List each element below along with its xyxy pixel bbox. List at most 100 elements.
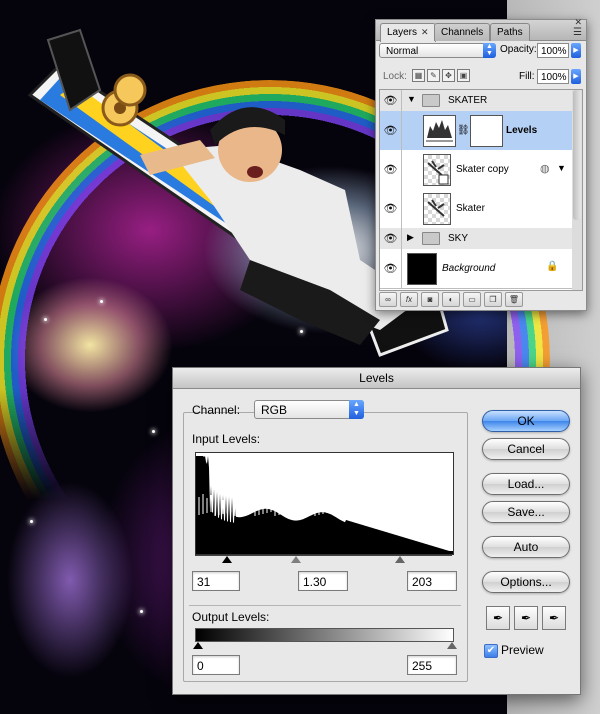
fill-slider-arrow-icon[interactable]: ▶: [571, 69, 581, 84]
output-white-field[interactable]: 255: [407, 655, 457, 675]
layer-name: SKY: [448, 233, 469, 244]
panel-menu-icon[interactable]: ☰: [573, 27, 582, 38]
layer-name: Skater: [456, 203, 485, 214]
visibility-eye-icon[interactable]: 👁: [380, 150, 402, 189]
input-white-point-handle[interactable]: [395, 556, 405, 563]
lock-icon: 🔒: [546, 261, 559, 272]
folder-icon: [422, 94, 440, 107]
load-button[interactable]: Load...: [482, 473, 570, 495]
input-gamma-field[interactable]: 1.30: [298, 571, 348, 591]
folder-icon: [422, 232, 440, 245]
link-layers-icon[interactable]: ∞: [379, 291, 397, 307]
layer-list: 👁 ▼ SKATER 👁 ⛓ Levels 👁 Skater copy ◍ ▼: [379, 89, 574, 291]
layer-list-scrollbar[interactable]: [572, 89, 583, 291]
expand-triangle-icon[interactable]: ▼: [407, 94, 416, 104]
auto-button[interactable]: Auto: [482, 536, 570, 558]
lock-all-icon[interactable]: ▣: [457, 69, 470, 82]
tab-channels[interactable]: Channels: [434, 23, 491, 41]
tab-paths-label: Paths: [497, 27, 523, 38]
collapse-triangle-icon[interactable]: ▶: [407, 232, 414, 243]
star-sparkle: [140, 610, 143, 613]
input-black-field[interactable]: 31: [192, 571, 240, 591]
output-black-point-handle[interactable]: [193, 642, 203, 649]
save-button[interactable]: Save...: [482, 501, 570, 523]
smart-filter-icon[interactable]: ◍: [540, 162, 550, 175]
layer-thumbnail: [407, 253, 437, 285]
visibility-eye-icon[interactable]: 👁: [380, 111, 402, 150]
preview-checkbox[interactable]: ✔: [484, 644, 498, 658]
new-group-icon[interactable]: ▭: [463, 291, 481, 307]
section-divider: [189, 605, 461, 606]
layer-row-levels[interactable]: 👁 ⛓ Levels: [380, 111, 573, 151]
histogram: [195, 452, 454, 555]
output-black-field[interactable]: 0: [192, 655, 240, 675]
skater-mouth: [247, 166, 263, 178]
opacity-field[interactable]: 100%: [537, 43, 569, 58]
output-white-point-handle[interactable]: [447, 642, 457, 649]
layer-row-sky-group[interactable]: 👁 ▶ SKY: [380, 228, 573, 250]
tab-paths[interactable]: Paths: [490, 23, 530, 41]
visibility-eye-icon[interactable]: 👁: [380, 189, 402, 228]
star-sparkle: [152, 430, 155, 433]
opacity-slider-arrow-icon[interactable]: ▶: [571, 43, 581, 58]
input-white-field[interactable]: 203: [407, 571, 457, 591]
lock-image-icon[interactable]: ✎: [427, 69, 440, 82]
layers-panel-footer: ∞ fx ◙ ◐ ▭ ❐ 🗑: [379, 291, 582, 307]
add-mask-icon[interactable]: ◙: [421, 291, 439, 307]
blend-mode-select[interactable]: Normal ▲ ▼: [379, 43, 496, 58]
layer-row-skater-copy[interactable]: 👁 Skater copy ◍ ▼: [380, 150, 573, 190]
output-gradient-bar: [195, 628, 454, 642]
input-gamma-handle[interactable]: [291, 556, 301, 563]
layer-style-fx-icon[interactable]: fx: [400, 291, 418, 307]
dialog-title: Levels: [173, 368, 580, 389]
blend-mode-value: Normal: [386, 46, 419, 57]
lock-position-icon[interactable]: ✥: [442, 69, 455, 82]
black-eyedropper-icon[interactable]: ✒: [486, 606, 510, 630]
histogram-graph: [196, 456, 453, 554]
input-levels-slider[interactable]: [195, 555, 452, 560]
tab-layers-label: Layers: [387, 27, 418, 38]
scrollbar-thumb[interactable]: [573, 90, 581, 220]
tab-layers[interactable]: Layers ✕: [380, 23, 436, 42]
close-tab-icon[interactable]: ✕: [421, 27, 429, 37]
layers-panel-tabbar: Layers ✕ Channels Paths ✕ ☰: [376, 17, 586, 42]
layer-mask-thumbnail[interactable]: [470, 115, 503, 147]
fill-field[interactable]: 100%: [537, 69, 569, 84]
opacity-label: Opacity:: [500, 44, 537, 55]
fill-label: Fill:: [519, 71, 535, 82]
layers-panel: Layers ✕ Channels Paths ✕ ☰ Normal ▲ ▼ Opa…: [375, 17, 587, 311]
channel-value: RGB: [261, 403, 288, 417]
layer-name: Background: [442, 263, 496, 274]
input-levels-label: Input Levels:: [192, 432, 261, 446]
output-levels-label: Output Levels:: [192, 610, 270, 624]
layer-row-skater[interactable]: 👁 Skater: [380, 189, 573, 229]
new-layer-icon[interactable]: ❐: [484, 291, 502, 307]
input-black-point-handle[interactable]: [222, 556, 232, 563]
cancel-button[interactable]: Cancel: [482, 438, 570, 460]
adjustment-layer-icon[interactable]: ◐: [442, 291, 460, 307]
preview-label: Preview: [501, 643, 544, 657]
options-button[interactable]: Options...: [482, 571, 570, 593]
lock-transparency-icon[interactable]: ▦: [412, 69, 425, 82]
levels-adjustment-icon: [423, 115, 456, 147]
link-chain-icon[interactable]: ⛓: [457, 125, 470, 136]
visibility-eye-icon[interactable]: 👁: [380, 249, 402, 288]
white-eyedropper-icon[interactable]: ✒: [542, 606, 566, 630]
levels-dialog: Levels Channel: RGB ▲ ▼ Input Levels: 31 …: [172, 367, 581, 695]
layer-name: Skater copy: [456, 164, 509, 175]
channel-select[interactable]: RGB ▲ ▼: [254, 400, 364, 419]
ok-button[interactable]: OK: [482, 410, 570, 432]
gray-eyedropper-icon[interactable]: ✒: [514, 606, 538, 630]
layer-thumbnail: [423, 154, 451, 186]
layer-row-skater-group[interactable]: 👁 ▼ SKATER: [380, 90, 573, 112]
layer-thumbnail: [423, 193, 451, 225]
star-sparkle: [30, 520, 33, 523]
trash-icon[interactable]: 🗑: [505, 291, 523, 307]
lock-label: Lock:: [383, 71, 407, 82]
visibility-eye-icon[interactable]: 👁: [380, 90, 402, 111]
visibility-eye-icon[interactable]: 👁: [380, 228, 402, 249]
lock-options: ▦ ✎ ✥ ▣: [412, 69, 472, 82]
tab-channels-label: Channels: [441, 27, 484, 38]
layer-row-background[interactable]: 👁 Background 🔒: [380, 249, 573, 289]
expand-effects-triangle-icon[interactable]: ▼: [557, 163, 566, 173]
